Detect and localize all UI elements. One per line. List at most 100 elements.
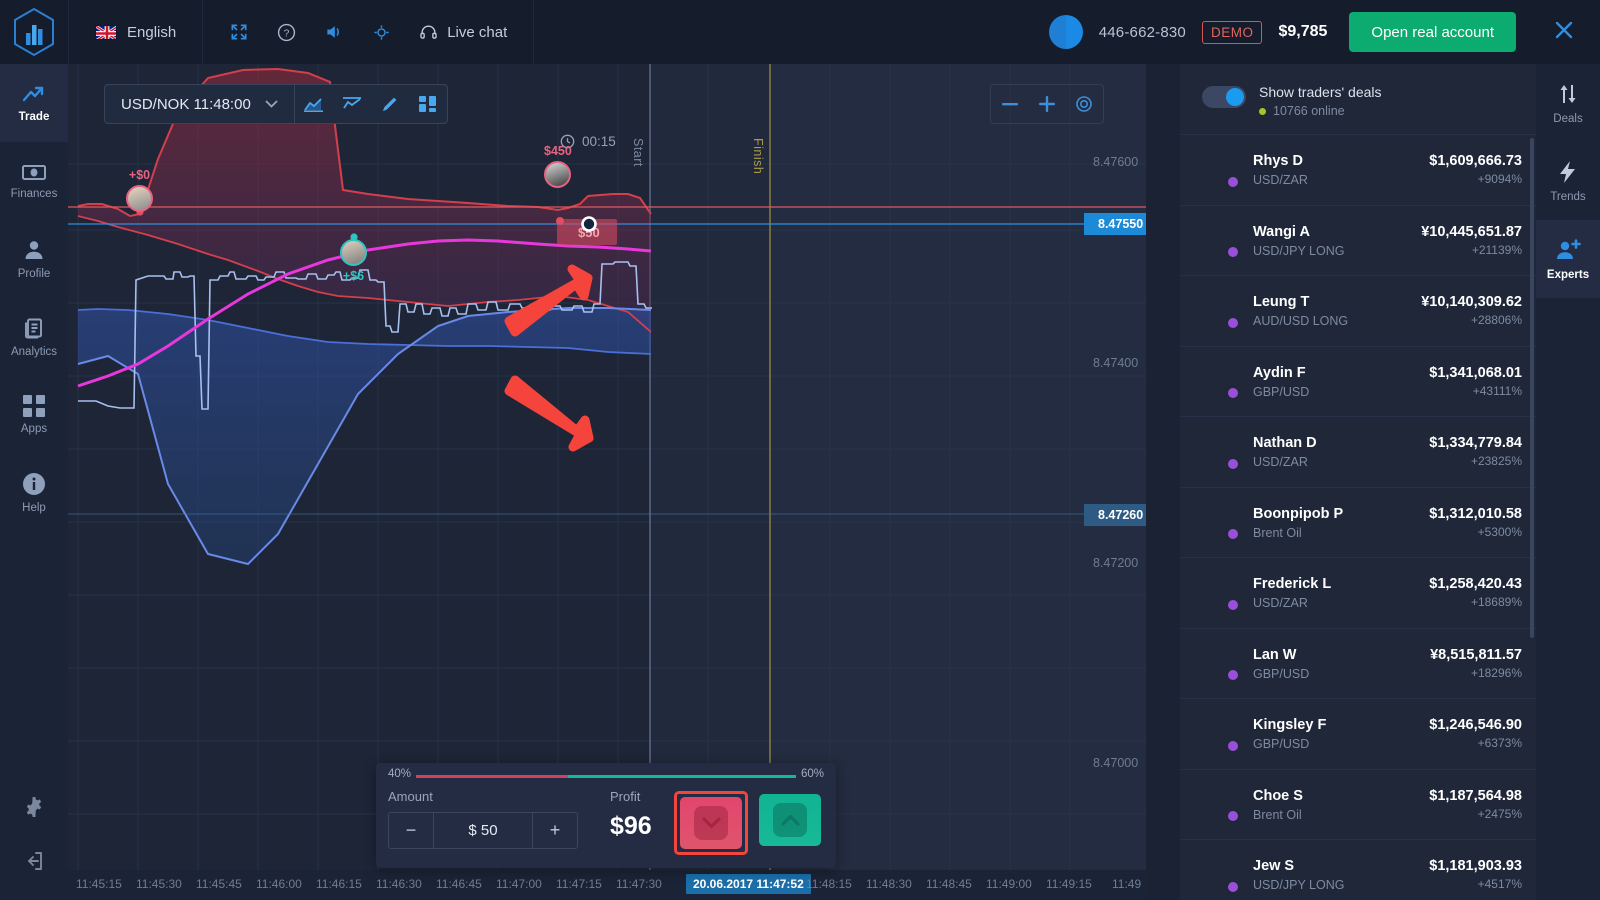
- sidebar-item-label: Help: [22, 502, 46, 514]
- sentiment-down-pct: 40%: [388, 768, 412, 780]
- trader-asset: USD/JPY LONG: [1253, 878, 1345, 893]
- table-row[interactable]: Rhys D USD/ZAR $1,609,666.73 +9094%: [1180, 134, 1536, 205]
- rightnav-item-trends[interactable]: Trends: [1536, 142, 1600, 220]
- sidebar-item-trade[interactable]: Trade: [0, 64, 68, 142]
- open-real-account-button[interactable]: Open real account: [1349, 12, 1516, 52]
- toggle-knob: [1226, 88, 1244, 106]
- banknote-icon: [22, 165, 46, 180]
- deals-toggle-label: Show traders' deals: [1259, 84, 1382, 100]
- table-row[interactable]: Wangi A USD/JPY LONG ¥10,445,651.87 +21139%: [1180, 204, 1536, 276]
- avatar[interactable]: [1048, 15, 1083, 49]
- close-icon[interactable]: [1546, 12, 1582, 53]
- trader-asset: USD/JPY LONG: [1253, 243, 1345, 258]
- language-selector[interactable]: English: [69, 0, 202, 64]
- sell-button-highlight: [674, 791, 748, 855]
- trader-marker-right[interactable]: $450: [544, 144, 572, 188]
- lightning-bolt-icon: [1560, 160, 1575, 183]
- sidebar-item-label: Profile: [17, 268, 51, 280]
- asset-selector[interactable]: USD/NOK 11:48:00: [105, 85, 294, 123]
- target-icon[interactable]: [372, 23, 391, 42]
- trader-pct: +18296%: [1470, 665, 1522, 680]
- table-row[interactable]: Lan W GBP/USD ¥8,515,811.57 +18296%: [1180, 627, 1536, 699]
- indicators-icon[interactable]: [409, 85, 447, 123]
- time-tick: 11:47:00: [496, 877, 542, 891]
- trader-info: Nathan D USD/ZAR: [1253, 434, 1317, 469]
- trader-marker-left[interactable]: +$0: [126, 168, 153, 212]
- trader-figures: $1,341,068.01 +43111%: [1429, 365, 1522, 398]
- table-row[interactable]: Nathan D USD/ZAR $1,334,779.84 +23825%: [1180, 416, 1536, 487]
- person-icon: [25, 241, 43, 259]
- trader-info: Aydin F GBP/USD: [1253, 364, 1309, 399]
- avatar: [1202, 575, 1240, 612]
- sidebar-item-finances[interactable]: Finances: [0, 142, 68, 220]
- trader-asset: USD/ZAR: [1253, 455, 1308, 470]
- trader-pct: +23825%: [1470, 454, 1522, 469]
- table-row[interactable]: Leung T AUD/USD LONG ¥10,140,309.62 +28806%: [1180, 275, 1536, 346]
- svg-text:?: ?: [284, 28, 290, 39]
- profit-value: $96: [610, 812, 652, 840]
- trader-amount: $1,334,779.84: [1429, 435, 1522, 452]
- amount-decrement-button[interactable]: −: [389, 813, 433, 848]
- show-traders-deals-toggle[interactable]: [1202, 86, 1246, 108]
- sidebar-item-label: Trade: [18, 111, 50, 123]
- avatar-status-badge: [1226, 879, 1240, 894]
- amount-increment-button[interactable]: +: [533, 813, 577, 848]
- account-area: 446-662-830 DEMO $9,785 Open real accoun…: [1048, 12, 1600, 53]
- table-row[interactable]: Choe S Brent Oil $1,187,564.98 +2475%: [1180, 768, 1536, 840]
- time-tick: 11:45:30: [136, 877, 182, 891]
- table-row[interactable]: Kingsley F GBP/USD $1,246,546.90 +6373%: [1180, 698, 1536, 769]
- trend-arrow-icon: [22, 86, 44, 102]
- buy-up-button[interactable]: [759, 794, 821, 846]
- finish-line-label: Finish: [751, 138, 765, 175]
- amount-label: Amount: [388, 789, 433, 804]
- trader-amount: ¥10,445,651.87: [1421, 223, 1522, 240]
- zoom-out-minus-icon[interactable]: [991, 102, 1028, 106]
- profit-group: Profit $96: [610, 789, 652, 841]
- trader-marker-mid[interactable]: +$6: [340, 239, 367, 283]
- amount-input[interactable]: $ 50: [433, 813, 533, 848]
- deals-scrollbar[interactable]: [1530, 138, 1534, 638]
- table-row[interactable]: Jew S USD/JPY LONG $1,181,903.93 +4517%: [1180, 839, 1536, 900]
- price-axis-label: 8.47000: [1093, 756, 1139, 770]
- chart-zoom-controls: [990, 84, 1104, 124]
- marker-amount: +$0: [128, 168, 151, 182]
- logout-icon[interactable]: [0, 834, 68, 888]
- sidebar-item-apps[interactable]: Apps: [0, 376, 68, 454]
- area-chart-icon[interactable]: [295, 85, 333, 123]
- trader-name: Wangi A: [1253, 223, 1310, 240]
- help-question-icon[interactable]: ?: [277, 23, 296, 42]
- zoom-reset-target-icon[interactable]: [1066, 95, 1103, 113]
- sidebar-item-help[interactable]: Help: [0, 454, 68, 532]
- rightnav-item-deals[interactable]: Deals: [1536, 64, 1600, 142]
- trader-amount: $1,246,546.90: [1429, 717, 1522, 734]
- zoom-in-plus-icon[interactable]: [1028, 96, 1065, 112]
- sidebar-item-analytics[interactable]: Analytics: [0, 298, 68, 376]
- line-chart-icon[interactable]: [333, 85, 371, 123]
- language-label: English: [127, 23, 177, 41]
- trader-name: Rhys D: [1253, 153, 1303, 170]
- sound-icon[interactable]: [324, 22, 344, 42]
- time-tick: 11:45:45: [196, 877, 242, 891]
- table-row[interactable]: Boonpipob P Brent Oil $1,312,010.58 +5300%: [1180, 486, 1536, 558]
- start-line-label: Start: [631, 138, 645, 167]
- table-row[interactable]: Aydin F GBP/USD $1,341,068.01 +43111%: [1180, 345, 1536, 417]
- rightnav-item-experts[interactable]: Experts: [1536, 220, 1600, 298]
- live-chat-button[interactable]: Live chat: [419, 23, 507, 42]
- avatar-status-badge: [1226, 597, 1240, 612]
- table-row[interactable]: Frederick L USD/ZAR $1,258,420.43 +18689%: [1180, 557, 1536, 628]
- asset-selector-label: USD/NOK 11:48:00: [121, 95, 251, 113]
- trader-info: Leung T AUD/USD LONG: [1253, 293, 1348, 328]
- sidebar-bottom-group: [0, 780, 68, 888]
- avatar: [1202, 716, 1240, 753]
- online-count-label: 10766 online: [1273, 104, 1345, 118]
- pencil-draw-icon[interactable]: [371, 85, 409, 123]
- fullscreen-icon[interactable]: [229, 22, 249, 42]
- sell-down-button[interactable]: [680, 797, 742, 849]
- settings-gear-icon[interactable]: [0, 780, 68, 834]
- time-tick: 11:45:15: [76, 877, 122, 891]
- app-logo[interactable]: [0, 0, 68, 64]
- traders-list[interactable]: Rhys D USD/ZAR $1,609,666.73 +9094% Wangi A U…: [1180, 134, 1536, 900]
- sidebar-item-profile[interactable]: Profile: [0, 220, 68, 298]
- time-axis: 11:45:15 11:45:30 11:45:45 11:46:00 11:4…: [68, 870, 1146, 900]
- trader-pct: +2475%: [1477, 806, 1522, 821]
